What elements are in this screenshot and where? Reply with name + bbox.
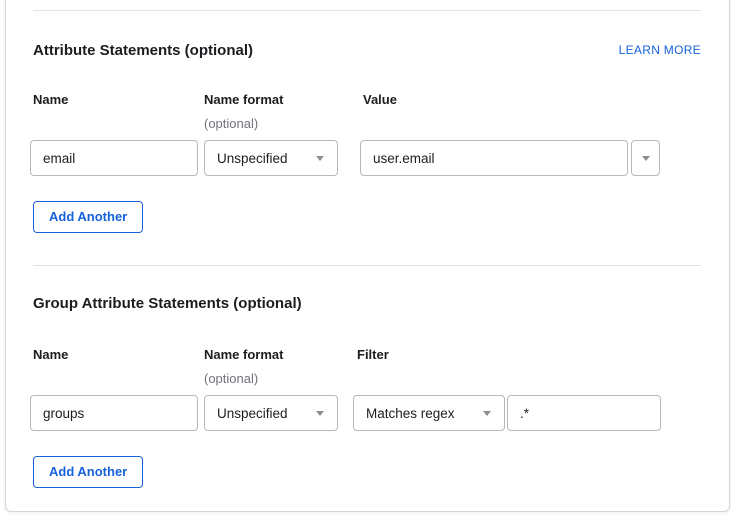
attribute-statements-heading: Attribute Statements (optional) (33, 42, 253, 59)
selected-name-format-label: Unspecified (217, 151, 316, 166)
dropdown-arrow-icon (316, 411, 324, 416)
column-header-name-format: Name format (204, 347, 283, 362)
selected-filter-type-label: Matches regex (366, 406, 483, 421)
settings-panel (5, 0, 730, 512)
name-format-optional-note: (optional) (204, 116, 258, 131)
group-attribute-statements-heading: Group Attribute Statements (optional) (33, 295, 302, 312)
section-divider (33, 265, 701, 266)
group-filter-value-input[interactable] (507, 395, 661, 431)
group-attribute-name-input[interactable] (30, 395, 198, 431)
column-header-value: Value (363, 92, 397, 107)
name-format-optional-note: (optional) (204, 371, 258, 386)
group-filter-type-select[interactable]: Matches regex (353, 395, 505, 431)
group-name-format-select[interactable]: Unspecified (204, 395, 338, 431)
add-another-button[interactable]: Add Another (33, 201, 143, 233)
dropdown-arrow-icon (483, 411, 491, 416)
attribute-value-input[interactable] (360, 140, 628, 176)
dropdown-arrow-icon (316, 156, 324, 161)
column-header-name: Name (33, 92, 68, 107)
add-another-button[interactable]: Add Another (33, 456, 143, 488)
section-divider (33, 10, 701, 11)
column-header-name: Name (33, 347, 68, 362)
attribute-value-dropdown-button[interactable] (631, 140, 660, 176)
attribute-name-input[interactable] (30, 140, 198, 176)
column-header-name-format: Name format (204, 92, 283, 107)
selected-name-format-label: Unspecified (217, 406, 316, 421)
learn-more-link[interactable]: LEARN MORE (619, 43, 701, 57)
column-header-filter: Filter (357, 347, 389, 362)
dropdown-arrow-icon (642, 156, 650, 161)
attribute-name-format-select[interactable]: Unspecified (204, 140, 338, 176)
